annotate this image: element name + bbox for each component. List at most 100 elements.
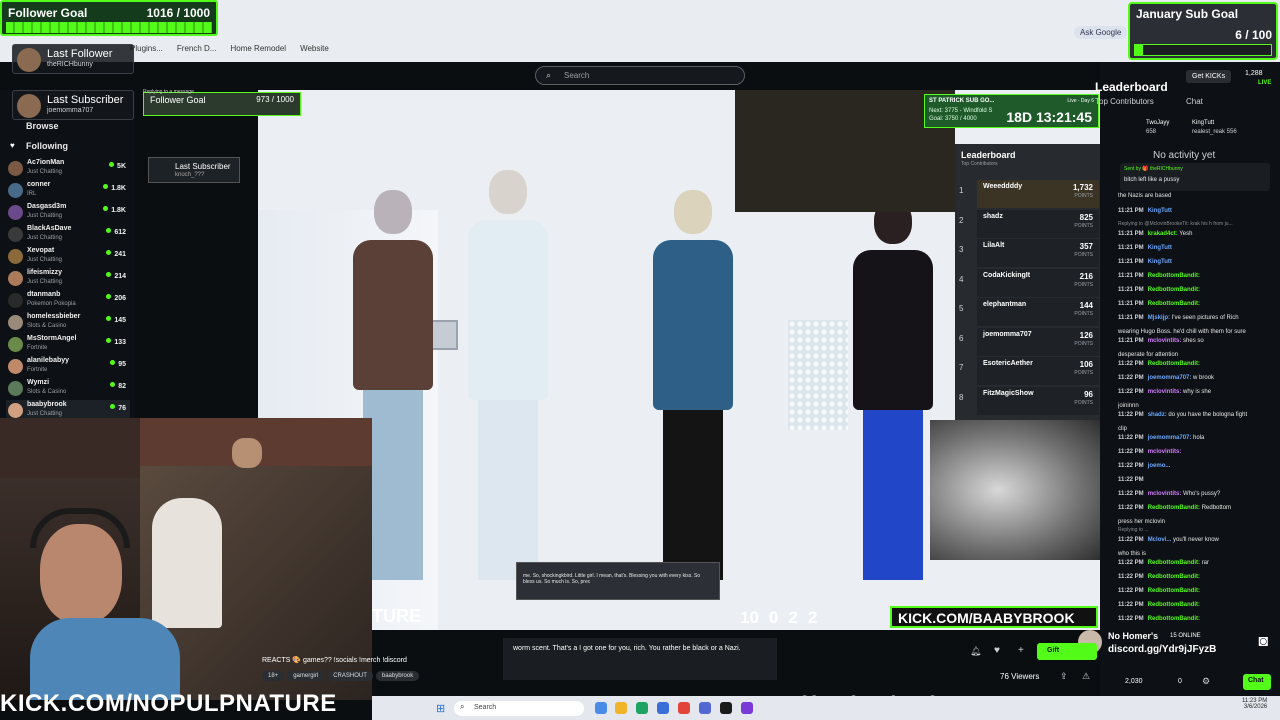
chat-time: 11:22 PM bbox=[1118, 505, 1144, 511]
tab-top-contributors[interactable]: Top Contributors bbox=[1095, 97, 1154, 106]
chat-username[interactable]: RedbottomBandit: bbox=[1148, 505, 1200, 511]
warning-icon[interactable]: ⚠ bbox=[1082, 671, 1090, 682]
sidebar-item[interactable]: dtanmanb Pokemon Pokopia 206 bbox=[6, 290, 130, 312]
browse-link[interactable]: Browse bbox=[26, 121, 59, 131]
chat-message[interactable]: 11:22 PM bbox=[1118, 476, 1278, 484]
taskbar-app-icon[interactable] bbox=[595, 702, 607, 714]
kicks-balance: 2,030 bbox=[1125, 678, 1143, 685]
top-user-2: KingTutt bbox=[1192, 120, 1215, 126]
chat-time: 11:22 PM bbox=[1118, 412, 1144, 418]
chat-username[interactable]: RedbottomBandit: bbox=[1148, 273, 1200, 279]
chat-username[interactable]: RedbottomBandit: bbox=[1148, 574, 1200, 580]
sidebar-item[interactable]: Ac7ionMan Just Chatting 5K bbox=[6, 158, 130, 180]
chat-message[interactable]: 11:22 PM mclovintits: bbox=[1118, 448, 1278, 456]
chat-message[interactable]: 11:22 PM RedbottomBandit: Redbottom bbox=[1118, 504, 1278, 512]
sidebar-item[interactable]: Xevopat Just Chatting 241 bbox=[6, 246, 130, 268]
bookmark-home-remodel[interactable]: Home Remodel bbox=[230, 44, 286, 58]
sidebar-item[interactable]: Dasgasd3m Just Chatting 1.8K bbox=[6, 202, 130, 224]
chat-username[interactable]: krakad4ct: bbox=[1148, 231, 1178, 237]
chat-username[interactable]: Mclovi... bbox=[1148, 537, 1172, 543]
sidebar-item[interactable]: alanilebabyy Fortnite 95 bbox=[6, 356, 130, 378]
sidebar-item[interactable]: BlackAsDave Just Chatting 612 bbox=[6, 224, 130, 246]
chat-message[interactable]: 11:22 PM mclovintits: why is she bbox=[1118, 388, 1278, 396]
chat-username[interactable]: shadz: bbox=[1148, 412, 1167, 418]
tab-chat[interactable]: Chat bbox=[1186, 97, 1203, 106]
discord-app-icon[interactable] bbox=[699, 702, 711, 714]
chat-message[interactable]: 11:22 PM RedbottomBandit: bbox=[1118, 587, 1278, 595]
chat-message[interactable]: 11:22 PM Mclovi... you'll never know bbox=[1118, 536, 1278, 544]
chat-username[interactable]: mclovintits: bbox=[1148, 449, 1182, 455]
stream-tag[interactable]: gamergirl bbox=[287, 671, 325, 681]
chat-message[interactable]: 11:22 PM joemo... bbox=[1118, 462, 1278, 470]
edge-icon[interactable] bbox=[636, 702, 648, 714]
windows-start-icon[interactable]: ⊞ bbox=[436, 702, 445, 715]
chat-message[interactable]: 11:22 PM RedbottomBandit: bbox=[1118, 601, 1278, 609]
sidebar-item[interactable]: lifeismizzy Just Chatting 214 bbox=[6, 268, 130, 290]
folder-icon[interactable] bbox=[615, 702, 627, 714]
store-icon[interactable] bbox=[657, 702, 669, 714]
chat-username[interactable]: RedbottomBandit: bbox=[1148, 301, 1200, 307]
chat-message[interactable]: 11:21 PM krakad4ct: Yesh bbox=[1118, 230, 1278, 238]
add-icon[interactable]: + bbox=[1018, 645, 1024, 656]
ask-google-button[interactable]: Ask Google bbox=[1074, 26, 1128, 39]
chat-username[interactable]: joemo... bbox=[1148, 463, 1171, 469]
obs-icon[interactable] bbox=[741, 702, 753, 714]
get-kicks-button[interactable]: Get KICKs bbox=[1186, 70, 1232, 83]
stream-tag[interactable]: CRASHOUT bbox=[327, 671, 373, 681]
chat-username[interactable]: Mjskijp: bbox=[1148, 315, 1170, 321]
chat-username[interactable]: joemomma707: bbox=[1148, 375, 1192, 381]
sidebar-item[interactable]: homelessbieber Slots & Casino 145 bbox=[6, 312, 130, 334]
search-input[interactable]: ⌕ Search bbox=[535, 66, 745, 85]
chat-message[interactable]: 11:22 PM RedbottomBandit: bbox=[1118, 360, 1278, 368]
chat-username[interactable]: KingTutt bbox=[1148, 245, 1172, 251]
chat-username[interactable]: RedbottomBandit: bbox=[1148, 361, 1200, 367]
settings-icon[interactable]: ⚙ bbox=[1202, 676, 1210, 687]
chat-message[interactable]: 11:21 PM KingTutt bbox=[1118, 244, 1278, 252]
gift-button[interactable]: Gift bbox=[1037, 643, 1097, 660]
chat-username[interactable]: joemomma707: bbox=[1148, 435, 1192, 441]
chat-username[interactable]: mclovintits: bbox=[1148, 389, 1182, 395]
bookmark-french[interactable]: French D... bbox=[177, 44, 217, 58]
bookmark-plugins[interactable]: Plugins... bbox=[130, 44, 163, 58]
chat-username[interactable]: RedbottomBandit: bbox=[1148, 287, 1200, 293]
sidebar-item-name: baabybrook bbox=[27, 401, 67, 408]
chat-message[interactable]: 11:21 PM Mjskijp: I've seen pictures of R… bbox=[1118, 314, 1278, 322]
following-heading[interactable]: Following bbox=[26, 141, 68, 151]
chat-message[interactable]: 11:22 PM joemomma707: hola bbox=[1118, 434, 1278, 442]
steam-icon[interactable] bbox=[720, 702, 732, 714]
chat-message[interactable]: 11:21 PM RedbottomBandit: bbox=[1118, 272, 1278, 280]
chat-message[interactable]: 11:22 PM RedbottomBandit: bbox=[1118, 573, 1278, 581]
chat-message[interactable]: 11:22 PM RedbottomBandit: bbox=[1118, 615, 1278, 623]
sub-goal-count: 6 / 100 bbox=[1235, 28, 1272, 42]
sidebar-item[interactable]: MsStormAngel Fortnite 133 bbox=[6, 334, 130, 356]
chat-message[interactable]: 11:21 PM mclovintits: shes so bbox=[1118, 337, 1278, 345]
stream-tag[interactable]: baabybrook bbox=[375, 671, 420, 681]
bookmark-website[interactable]: Website bbox=[300, 44, 329, 58]
chat-username[interactable]: RedbottomBandit: bbox=[1148, 616, 1200, 622]
chat-message[interactable]: 11:21 PM KingTutt bbox=[1118, 207, 1278, 215]
chat-message[interactable]: 11:21 PM RedbottomBandit: bbox=[1118, 300, 1278, 308]
chat-username[interactable]: mclovintits: bbox=[1148, 338, 1182, 344]
chat-message[interactable]: 11:21 PM RedbottomBandit: bbox=[1118, 286, 1278, 294]
chat-username[interactable]: RedbottomBandit: bbox=[1148, 560, 1200, 566]
chat-username[interactable]: KingTutt bbox=[1148, 259, 1172, 265]
chat-username[interactable]: mclovintits: bbox=[1148, 491, 1182, 497]
chrome-icon[interactable] bbox=[678, 702, 690, 714]
chat-message[interactable]: 11:22 PM RedbottomBandit: rar bbox=[1118, 559, 1278, 567]
sidebar-item[interactable]: conner IRL 1.8K bbox=[6, 180, 130, 202]
chat-message[interactable]: 11:21 PM KingTutt bbox=[1118, 258, 1278, 266]
share-icon[interactable]: ⇪ bbox=[1060, 671, 1068, 682]
chat-message[interactable]: 11:22 PM shadz: do you have the bologna f… bbox=[1118, 411, 1278, 419]
chat-message[interactable]: 11:22 PM mclovintits: Who's pussy? bbox=[1118, 490, 1278, 498]
chat-time: 11:22 PM bbox=[1118, 449, 1144, 455]
heart-follow-icon[interactable]: ♥ bbox=[994, 645, 1000, 656]
chat-username[interactable]: RedbottomBandit: bbox=[1148, 602, 1200, 608]
chat-send-button[interactable]: Chat bbox=[1243, 674, 1271, 690]
stream-tag[interactable]: 18+ bbox=[262, 671, 285, 681]
chat-username[interactable]: RedbottomBandit: bbox=[1148, 588, 1200, 594]
taskbar-search[interactable]: Search bbox=[454, 701, 584, 716]
sidebar-item[interactable]: Wymzi Slots & Casino 82 bbox=[6, 378, 130, 400]
chat-message[interactable]: 11:22 PM joemomma707: w brook bbox=[1118, 374, 1278, 382]
chat-username[interactable]: KingTutt bbox=[1148, 208, 1172, 214]
bell-icon[interactable]: 🔔︎ bbox=[970, 646, 981, 657]
